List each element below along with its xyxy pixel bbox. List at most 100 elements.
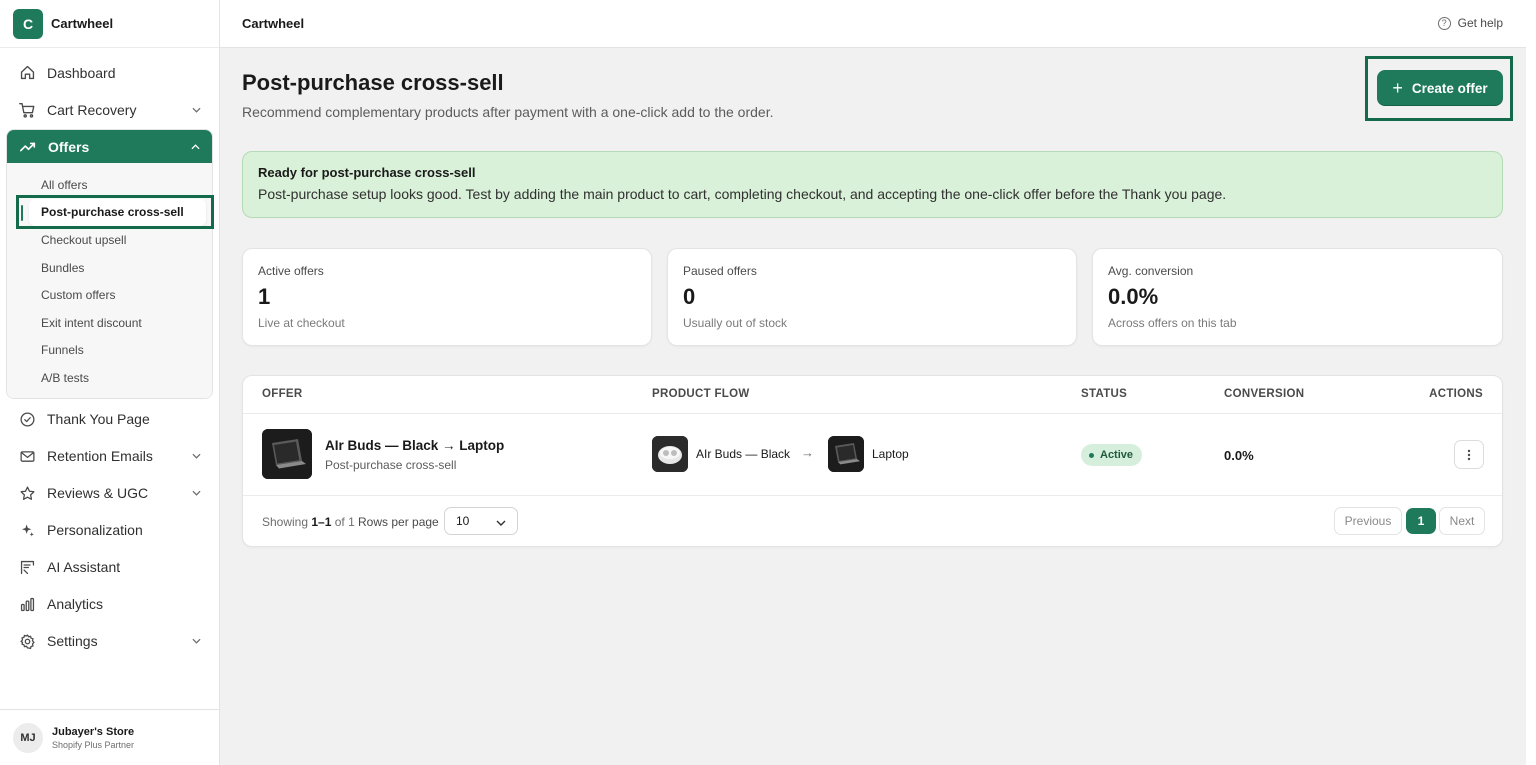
- offer-thumbnail: [262, 429, 312, 479]
- sidebar-item-label: Thank You Page: [47, 411, 150, 428]
- sidebar-item-cart-recovery[interactable]: Cart Recovery: [6, 91, 213, 128]
- stat-note: Across offers on this tab: [1108, 316, 1237, 330]
- sidebar-nav: Dashboard Cart Recovery Offers All offer…: [6, 54, 213, 660]
- to-product-thumbnail: [828, 436, 864, 472]
- showing-prefix: Showing: [262, 515, 309, 529]
- table-row[interactable]: AIr Buds — Black → Laptop Post-purchase …: [243, 414, 1502, 496]
- sidebar-item-label: Analytics: [47, 596, 104, 613]
- stat-card-paused-offers: Paused offers 0 Usually out of stock: [667, 248, 1077, 346]
- sidebar-item-label: Personalization: [47, 522, 143, 539]
- offer-type: Post-purchase cross-sell: [325, 458, 457, 472]
- subnav-custom-offers[interactable]: Custom offers: [7, 281, 212, 309]
- plus-icon: +: [1392, 78, 1403, 98]
- subnav-post-purchase-cross-sell[interactable]: Post-purchase cross-sell: [21, 198, 206, 227]
- subnav-ab-tests[interactable]: A/B tests: [7, 364, 212, 392]
- sidebar-item-personalization[interactable]: Personalization: [6, 512, 213, 549]
- avatar: MJ: [13, 722, 43, 753]
- laptop-image: [262, 429, 312, 479]
- get-help-label: Get help: [1457, 16, 1503, 30]
- stat-card-avg-conversion: Avg. conversion 0.0% Across offers on th…: [1092, 248, 1503, 346]
- chevron-down-icon: [496, 515, 506, 529]
- sidebar-item-label: Offers: [48, 138, 90, 155]
- check-circle-icon: [18, 410, 36, 428]
- store-info: Jubayer's Store Shopify Plus Partner: [52, 726, 134, 750]
- page-title: Post-purchase cross-sell: [242, 70, 504, 95]
- next-page-button[interactable]: Next: [1439, 507, 1485, 535]
- chevron-down-icon: [191, 105, 201, 115]
- subnav-exit-intent-discount[interactable]: Exit intent discount: [7, 309, 212, 337]
- store-switcher[interactable]: MJ Jubayer's Store Shopify Plus Partner: [0, 709, 219, 765]
- sidebar-item-dashboard[interactable]: Dashboard: [6, 54, 213, 91]
- bar-chart-icon: [18, 595, 36, 613]
- earbuds-image: [652, 436, 688, 472]
- chevron-down-icon: [191, 451, 201, 461]
- sidebar-item-thank-you-page[interactable]: Thank You Page: [6, 401, 213, 438]
- laptop-image: [828, 436, 864, 472]
- column-header-actions: ACTIONS: [1429, 388, 1483, 400]
- table-footer: Showing 1–1 of 1 Rows per page 10 Previo…: [243, 496, 1502, 546]
- store-name: Jubayer's Store: [52, 725, 135, 738]
- stat-label: Avg. conversion: [1108, 264, 1194, 278]
- home-icon: [18, 64, 36, 82]
- stat-note: Live at checkout: [258, 316, 345, 330]
- offers-subnav: All offers Post-purchase cross-sell Chec…: [7, 163, 212, 398]
- chevron-down-icon: [191, 488, 201, 498]
- previous-page-button[interactable]: Previous: [1334, 507, 1402, 535]
- stat-value: 0.0%: [1108, 284, 1159, 309]
- subnav-all-offers[interactable]: All offers: [7, 171, 212, 199]
- more-vertical-icon: [1467, 449, 1471, 460]
- status-badge: Active: [1081, 444, 1143, 466]
- showing-count: Showing 1–1 of 1: [262, 515, 355, 529]
- from-product-name: AIr Buds — Black: [696, 447, 791, 461]
- rows-per-page-select[interactable]: 10: [444, 507, 518, 535]
- create-offer-button[interactable]: + Create offer: [1377, 70, 1503, 106]
- stat-label: Paused offers: [683, 264, 757, 278]
- stat-label: Active offers: [258, 264, 324, 278]
- status-dot: [1089, 452, 1094, 458]
- sidebar-item-label: Cart Recovery: [47, 101, 137, 118]
- help-icon: ?: [1437, 16, 1451, 30]
- stat-note: Usually out of stock: [683, 316, 788, 330]
- sidebar-item-retention-emails[interactable]: Retention Emails: [6, 438, 213, 475]
- topbar: Cartwheel ? Get help: [220, 0, 1526, 48]
- store-plan: Shopify Plus Partner: [52, 739, 135, 750]
- conversion-value: 0.0%: [1224, 448, 1254, 463]
- sidebar-item-label: Reviews & UGC: [47, 485, 149, 502]
- cart-icon: [18, 101, 36, 119]
- sidebar-item-analytics[interactable]: Analytics: [6, 586, 213, 623]
- brand-logo[interactable]: C: [13, 8, 43, 39]
- offer-name[interactable]: AIr Buds — Black → Laptop: [325, 438, 504, 453]
- sidebar-item-label: Retention Emails: [47, 448, 153, 465]
- subnav-funnels[interactable]: Funnels: [7, 337, 212, 365]
- sidebar-item-offers[interactable]: Offers: [7, 130, 212, 163]
- subnav-checkout-upsell[interactable]: Checkout upsell: [7, 226, 212, 254]
- sparkle-icon: [18, 521, 36, 539]
- chevron-up-icon: [190, 142, 200, 152]
- subnav-bundles[interactable]: Bundles: [7, 254, 212, 282]
- column-header-status[interactable]: STATUS: [1081, 388, 1127, 400]
- scrollbar-track: [1526, 0, 1536, 765]
- sidebar-item-label: AI Assistant: [47, 559, 121, 576]
- create-offer-label: Create offer: [1411, 80, 1488, 96]
- rows-per-page-value: 10: [456, 514, 470, 528]
- status-banner: Ready for post-purchase cross-sell Post-…: [242, 151, 1503, 218]
- get-help-link[interactable]: ? Get help: [1437, 16, 1503, 30]
- column-header-offer[interactable]: OFFER: [262, 388, 302, 400]
- sidebar-item-settings[interactable]: Settings: [6, 623, 213, 660]
- column-header-product-flow[interactable]: PRODUCT FLOW: [652, 388, 750, 400]
- sidebar-item-ai-assistant[interactable]: AI Assistant: [6, 549, 213, 586]
- page-1-button[interactable]: 1: [1406, 508, 1436, 534]
- brand-header: C Cartwheel: [0, 0, 219, 48]
- row-actions-button[interactable]: [1454, 440, 1484, 469]
- arrow-right-icon: →: [801, 445, 814, 460]
- sidebar-item-reviews-ugc[interactable]: Reviews & UGC: [6, 475, 213, 512]
- column-header-conversion[interactable]: CONVERSION: [1224, 388, 1304, 400]
- table-header: OFFER PRODUCT FLOW STATUS CONVERSION ACT…: [243, 376, 1502, 414]
- banner-text: Post-purchase setup looks good. Test by …: [258, 186, 1227, 202]
- stat-value: 0: [683, 284, 696, 309]
- gear-icon: [18, 632, 36, 650]
- status-label: Active: [1100, 449, 1134, 461]
- sidebar-item-label: Dashboard: [47, 64, 116, 81]
- trend-icon: [19, 138, 37, 156]
- mail-icon: [18, 447, 36, 465]
